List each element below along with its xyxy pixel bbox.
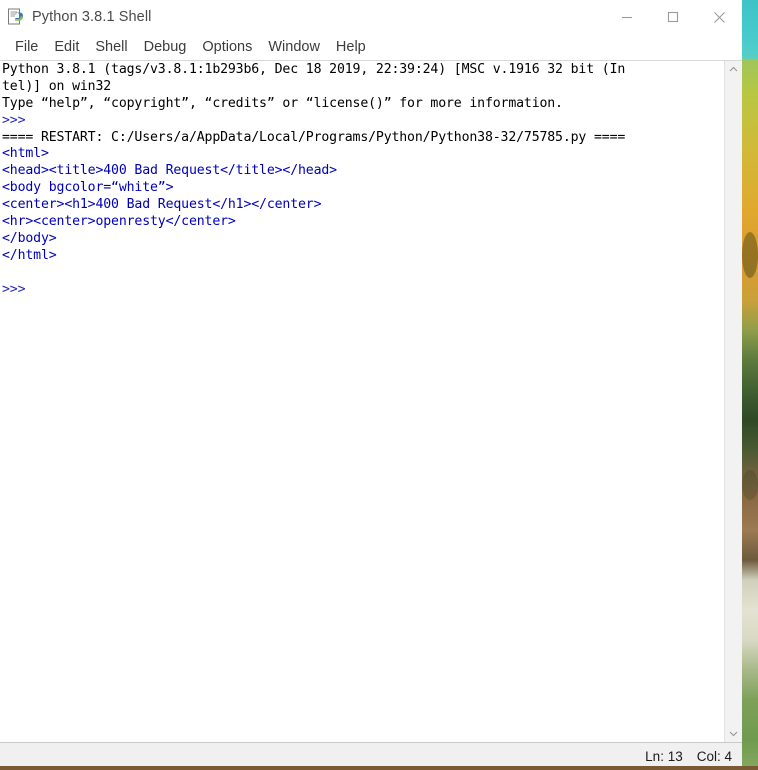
menu-item-window[interactable]: Window [260,39,328,55]
shell-line: <center><h1>400 Bad Request</h1></center… [2,197,322,213]
wallpaper-blob [742,470,758,500]
python-shell-window: Python 3.8.1 Shell File Edit Shell Debug… [0,0,742,770]
scrollbar-thumb[interactable] [726,78,741,725]
status-line-indicator: Ln: 13 [645,749,683,764]
shell-line: </body> [2,230,57,246]
shell-line: Type “help”, “copyright”, “credits” or “… [2,95,563,111]
scroll-down-arrow-icon[interactable] [725,725,742,742]
menu-item-options[interactable]: Options [194,39,260,55]
menu-item-shell[interactable]: Shell [87,39,135,55]
close-button[interactable] [696,0,742,34]
minimize-button[interactable] [604,0,650,34]
shell-output-text-area[interactable]: Python 3.8.1 (tags/v3.8.1:1b293b6, Dec 1… [0,61,724,742]
menu-item-file[interactable]: File [7,39,46,55]
shell-line: <html> [2,146,49,162]
menu-bar: File Edit Shell Debug Options Window Hel… [0,34,742,61]
shell-body: Python 3.8.1 (tags/v3.8.1:1b293b6, Dec 1… [0,61,742,742]
window-title: Python 3.8.1 Shell [32,9,152,25]
shell-line: >>> [2,112,26,128]
window-controls [604,0,742,34]
python-idle-icon [7,8,25,26]
taskbar-sliver [0,766,758,770]
scrollbar-track[interactable] [725,78,742,725]
desktop-wallpaper [742,0,758,770]
wallpaper-blob [742,232,758,278]
shell-line: <hr><center>openresty</center> [2,214,236,230]
shell-line: </html> [2,247,57,263]
status-column-indicator: Col: 4 [696,749,732,764]
menu-item-debug[interactable]: Debug [136,39,195,55]
shell-line: ==== RESTART: C:/Users/a/AppData/Local/P… [2,129,626,145]
shell-line: Python 3.8.1 (tags/v3.8.1:1b293b6, Dec 1… [2,62,626,77]
shell-line: <body bgcolor=“white”> [2,180,174,196]
title-bar[interactable]: Python 3.8.1 Shell [0,0,742,34]
shell-line: <head><title>400 Bad Request</title></he… [2,163,337,179]
shell-line: >>> [2,281,26,297]
vertical-scrollbar[interactable] [724,61,742,742]
maximize-button[interactable] [650,0,696,34]
menu-item-help[interactable]: Help [328,39,374,55]
menu-item-edit[interactable]: Edit [46,39,87,55]
shell-line: tel)] on win32 [2,78,112,94]
scroll-up-arrow-icon[interactable] [725,61,742,78]
